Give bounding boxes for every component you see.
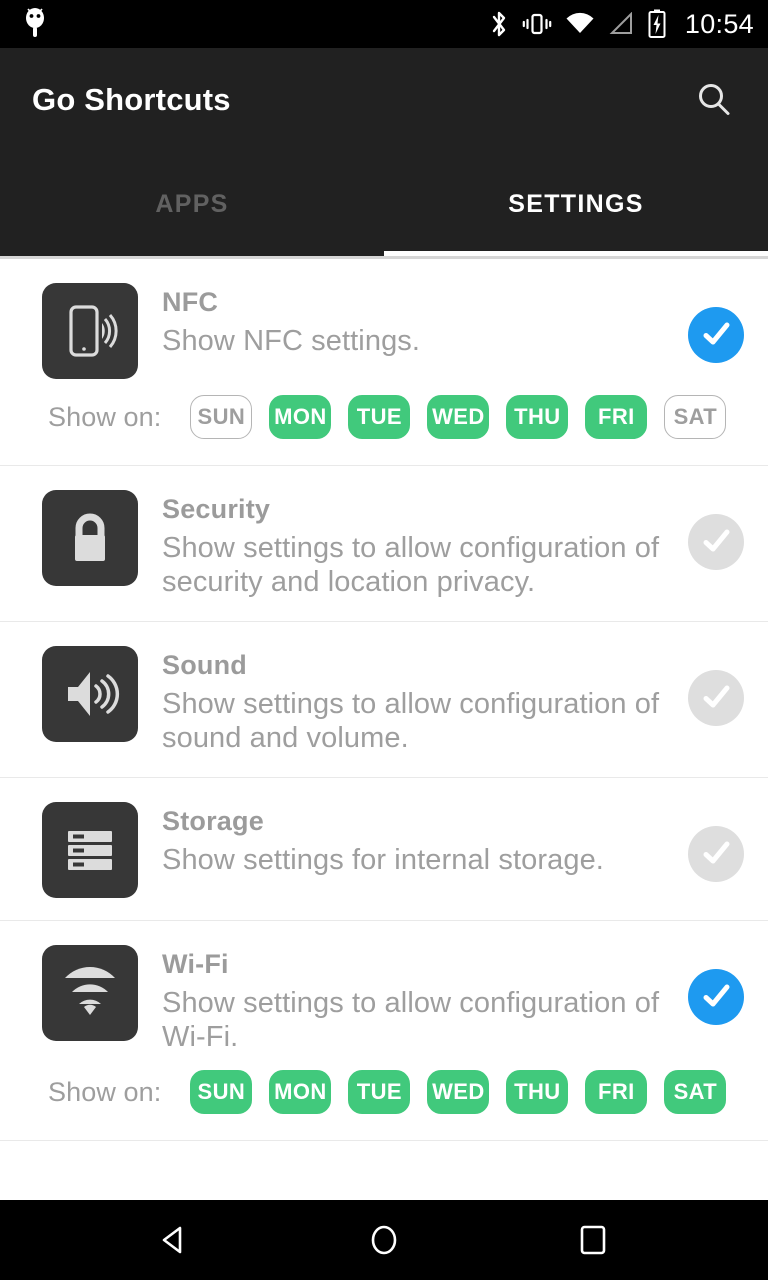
checkbox-toggle[interactable] [688, 307, 744, 363]
list-item-text: Sound Show settings to allow configurati… [138, 646, 688, 755]
list-item-title: Wi-Fi [162, 949, 229, 979]
day-chip-fri[interactable]: FRI [585, 1070, 648, 1114]
list-item-description: Show settings to allow configuration of … [162, 532, 660, 598]
bluetooth-icon [492, 11, 506, 37]
list-item-title: Sound [162, 650, 247, 680]
checkbox-toggle[interactable] [688, 514, 744, 570]
list-item-main: Wi-Fi Show settings to allow configurati… [0, 921, 768, 1054]
list-item-description: Show settings for internal storage. [162, 844, 604, 876]
check-icon [703, 529, 730, 552]
day-selector: Show on: SUN MON TUE WED THU FRI SAT [0, 379, 768, 465]
page-title: Go Shortcuts [32, 82, 231, 117]
day-chip-wed[interactable]: WED [427, 1070, 490, 1114]
recents-button[interactable] [553, 1200, 633, 1280]
day-selector-label: Show on: [48, 401, 162, 432]
status-bar-left [22, 7, 48, 41]
storage-icon [42, 802, 138, 898]
search-icon [699, 84, 730, 115]
day-chip-mon[interactable]: MON [269, 1070, 332, 1114]
day-selector-label: Show on: [48, 1076, 162, 1107]
day-chip-sun[interactable]: SUN [190, 1070, 253, 1114]
list-item-title: Security [162, 494, 271, 524]
list-item[interactable]: NFC Show NFC settings. Show on: SUN MON … [0, 259, 768, 466]
app-bar-top: Go Shortcuts [0, 48, 768, 152]
day-chip-sat[interactable]: SAT [664, 395, 727, 439]
day-chip-sat[interactable]: SAT [664, 1070, 727, 1114]
list-item[interactable]: Storage Show settings for internal stora… [0, 778, 768, 921]
tab-bar: APPS SETTINGS [0, 152, 768, 256]
day-chip-tue[interactable]: TUE [348, 395, 411, 439]
check-icon [703, 322, 730, 345]
list-item-description: Show NFC settings. [162, 325, 421, 357]
list-item-title: NFC [162, 287, 219, 317]
list-item-title: Storage [162, 806, 264, 836]
day-chip-wed[interactable]: WED [427, 395, 490, 439]
day-chip-thu[interactable]: THU [506, 395, 569, 439]
tab-apps[interactable]: APPS [0, 152, 384, 256]
cell-signal-icon [609, 12, 632, 34]
checkbox-toggle[interactable] [688, 670, 744, 726]
back-button[interactable] [135, 1200, 215, 1280]
list-item-description: Show settings to allow configuration of … [162, 688, 660, 754]
app-bar: Go Shortcuts APPS SETTINGS [0, 48, 768, 256]
day-chip-thu[interactable]: THU [506, 1070, 569, 1114]
list-item-main: Security Show settings to allow configur… [0, 466, 768, 621]
list-item-main: Storage Show settings for internal stora… [0, 778, 768, 920]
tab-indicator [384, 251, 768, 256]
list-item-main: NFC Show NFC settings. [0, 259, 768, 379]
checkbox-toggle[interactable] [688, 969, 744, 1025]
check-icon [703, 841, 730, 864]
navigation-bar [0, 1200, 768, 1280]
list-item-text: Storage Show settings for internal stora… [138, 802, 688, 877]
speaker-icon [42, 646, 138, 742]
tab-settings[interactable]: SETTINGS [384, 152, 768, 256]
android-screen: 10:54 Go Shortcuts APPS SETTINGS NFC Sho… [0, 0, 768, 1280]
home-button[interactable] [344, 1200, 424, 1280]
settings-list: NFC Show NFC settings. Show on: SUN MON … [0, 259, 768, 1200]
home-circle-icon [371, 1225, 397, 1255]
search-button[interactable] [686, 72, 742, 128]
list-item-text: Wi-Fi Show settings to allow configurati… [138, 945, 688, 1054]
list-item-text: Security Show settings to allow configur… [138, 490, 688, 599]
day-selector: Show on: SUN MON TUE WED THU FRI SAT [0, 1054, 768, 1140]
day-chip-fri[interactable]: FRI [585, 395, 648, 439]
list-item-description: Show settings to allow configuration of … [162, 987, 660, 1053]
battery-charging-icon [648, 9, 666, 38]
day-chip-mon[interactable]: MON [269, 395, 332, 439]
back-triangle-icon [162, 1226, 181, 1254]
lock-icon [42, 490, 138, 586]
recents-square-icon [581, 1225, 606, 1255]
vibrate-icon [522, 13, 552, 35]
list-item[interactable]: Wi-Fi Show settings to allow configurati… [0, 921, 768, 1141]
list-item[interactable]: Security Show settings to allow configur… [0, 466, 768, 622]
check-icon [703, 984, 730, 1007]
list-item[interactable]: Sound Show settings to allow configurati… [0, 622, 768, 778]
day-chip-tue[interactable]: TUE [348, 1070, 411, 1114]
status-bar: 10:54 [0, 0, 768, 48]
list-item-main: Sound Show settings to allow configurati… [0, 622, 768, 777]
list-item-text: NFC Show NFC settings. [138, 283, 688, 358]
nfc-icon [42, 283, 138, 379]
check-icon [703, 685, 730, 708]
wifi-icon [566, 12, 594, 33]
status-bar-clock: 10:54 [684, 8, 754, 39]
status-bar-right: 10:54 [489, 9, 754, 40]
android-robot-icon [26, 8, 44, 37]
day-chip-sun[interactable]: SUN [190, 395, 253, 439]
checkbox-toggle[interactable] [688, 826, 744, 882]
wifi-icon [42, 945, 138, 1041]
